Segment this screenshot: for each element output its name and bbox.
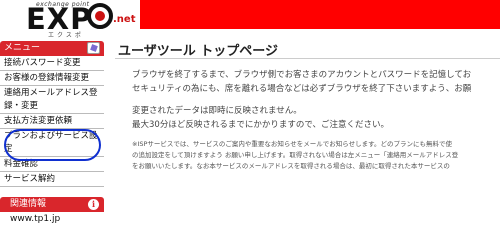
note-line-1: ※ISPサービスでは、サービスのご案内や重要なお知らせをメールでお知らせします。… bbox=[132, 140, 452, 148]
menu-item-fee-check[interactable]: 料金確認 bbox=[0, 157, 104, 172]
related-header: 関連情報 i bbox=[0, 197, 104, 212]
menu-item-contact-email[interactable]: 連絡用メールアドレス登 録・変更 bbox=[0, 86, 104, 114]
menu-item-contact-email-line2: 録・変更 bbox=[4, 101, 39, 111]
menu-title: メニュー bbox=[4, 43, 41, 53]
logo-domain: .net bbox=[113, 14, 136, 25]
related-link-tp1[interactable]: www.tp1.jp bbox=[0, 212, 104, 226]
menu-item-plan-service-settings[interactable]: プランおよびサービス設 定 bbox=[0, 129, 104, 157]
menu-item-cancel-service[interactable]: サービス解約 bbox=[0, 172, 104, 187]
note-line-3: をお願いいたします。なお本サービスのメールアドレスを取得される場合は、最初に取得… bbox=[132, 162, 450, 170]
menu-item-registration-info[interactable]: お客様の登録情報変更 bbox=[0, 71, 104, 86]
logo-kana: エクスポ bbox=[48, 32, 84, 39]
update-line-1: 変更されたデータは即時に反映されません。 bbox=[132, 106, 302, 116]
menu-item-payment-method[interactable]: 支払方法変更依頼 bbox=[0, 114, 104, 129]
title-divider bbox=[115, 58, 500, 59]
menu-item-password-change[interactable]: 接続パスワード変更 bbox=[0, 56, 104, 71]
menu-item-plan-line1: プランおよびサービス設 bbox=[4, 131, 98, 141]
expo-logo[interactable]: exchange point EXP .net エクスポ bbox=[0, 0, 138, 40]
note-line-2: の追加設定をして頂けますよう お願い申し上げます。取得されない場合は左メニュー「… bbox=[132, 151, 459, 159]
header-banner bbox=[140, 0, 500, 29]
update-line-2: 最大30分ほど反映されるまでにかかりますので、ご注意ください。 bbox=[132, 120, 389, 130]
info-icon: i bbox=[88, 199, 99, 210]
logo-o-dot bbox=[95, 11, 105, 21]
menu-item-plan-line2: 定 bbox=[4, 144, 13, 154]
menu-item-contact-email-line1: 連絡用メールアドレス登 bbox=[4, 88, 98, 98]
menu-pencil-icon bbox=[87, 42, 100, 54]
intro-line-1: ブラウザを終了するまで、ブラウザ側でお客さまのアカウントとパスワードを記憶してお bbox=[132, 70, 472, 80]
related-title: 関連情報 bbox=[10, 199, 47, 209]
page-title: ユーザツール トップページ bbox=[118, 44, 279, 59]
menu-header: メニュー bbox=[0, 41, 104, 56]
intro-line-2: セキュリティの為にも、席を離れる場合などは必ずブラウザを終了下さいますよう、お願 bbox=[132, 84, 472, 94]
sidebar: メニュー 接続パスワード変更 お客様の登録情報変更 連絡用メールアドレス登 録・… bbox=[0, 41, 104, 226]
